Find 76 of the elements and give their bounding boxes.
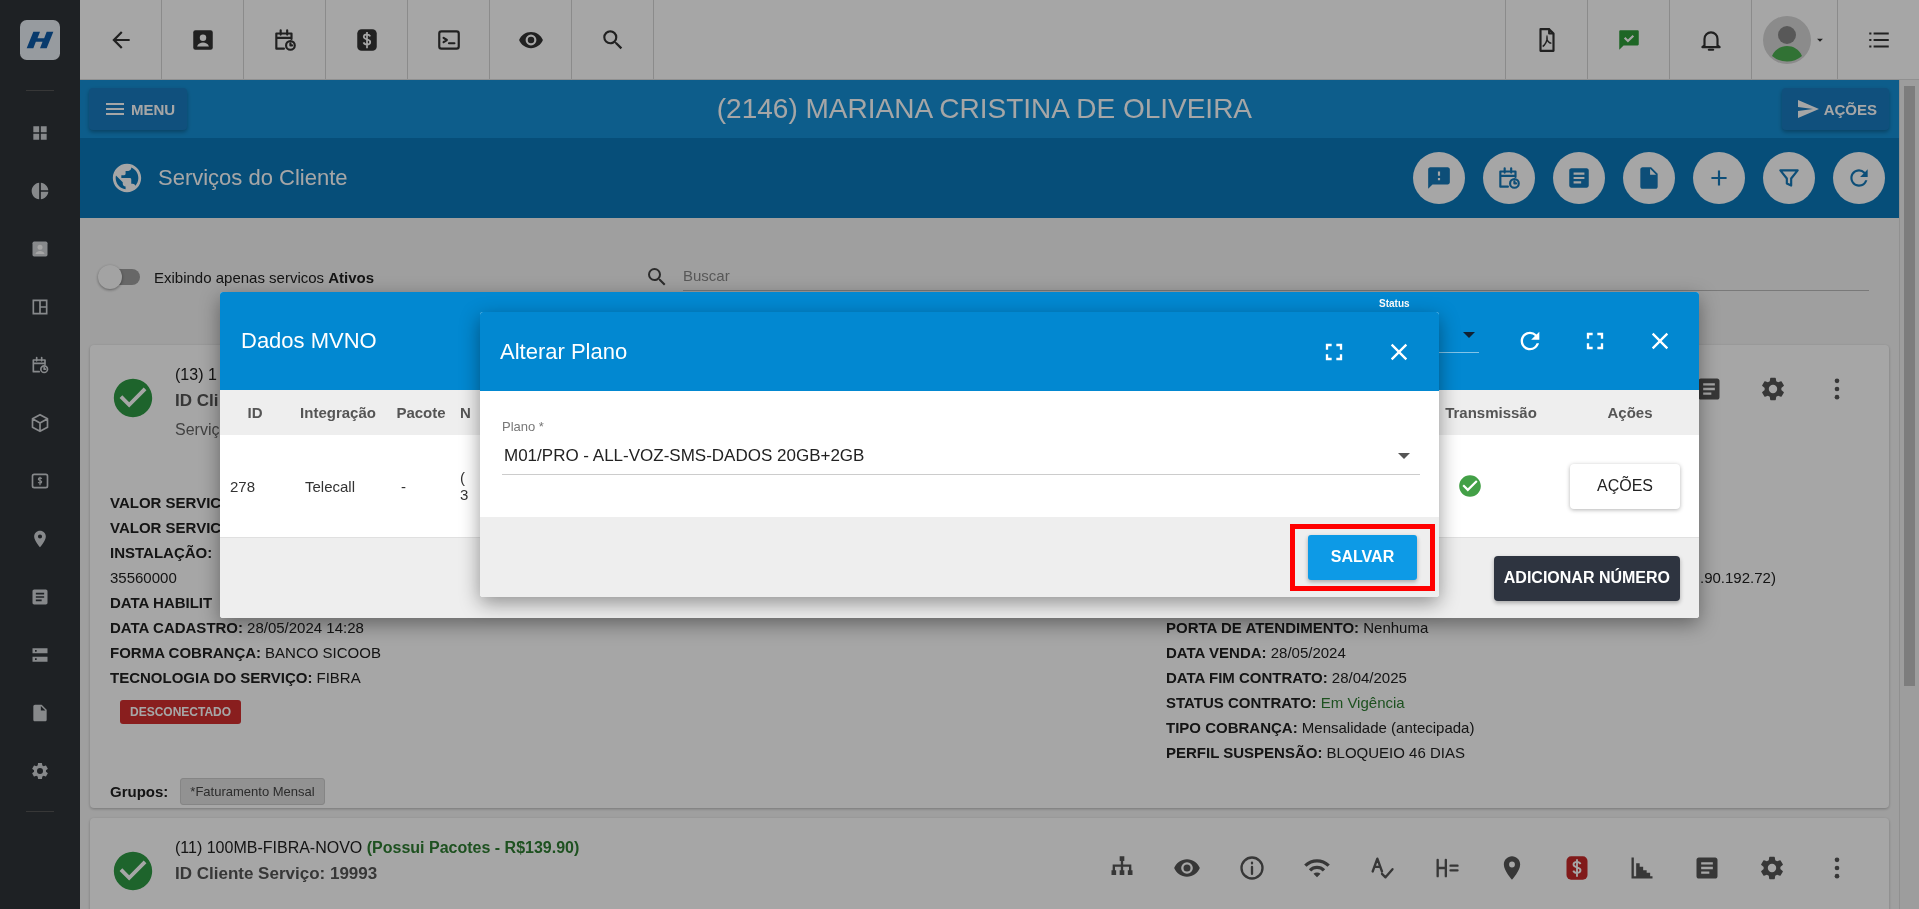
- column-header: Pacote: [395, 404, 447, 421]
- service-id: ID Cliente Serviço: 19993: [175, 863, 379, 885]
- detail-line: 35560000: [110, 568, 177, 588]
- field-label: Plano *: [502, 419, 545, 434]
- dialog-title: Dados MVNO: [241, 328, 377, 354]
- column-header: Ações: [1606, 404, 1654, 421]
- grid-icon[interactable]: [30, 123, 50, 143]
- detail-line: DATA CADASTRO: 28/05/2024 14:28: [110, 618, 364, 638]
- calendar-clock-button[interactable]: [1483, 152, 1535, 204]
- service-id: ID Cli: [175, 390, 220, 412]
- dialog-title: Alterar Plano: [500, 338, 628, 365]
- cube-icon[interactable]: [30, 413, 50, 433]
- service-title: (11) 100MB-FIBRA-NOVO (Possui Pacotes - R$139.90): [175, 838, 580, 858]
- document-icon[interactable]: [30, 703, 50, 723]
- scrollbar[interactable]: [1899, 80, 1919, 909]
- actions-button[interactable]: AÇÕES: [1781, 88, 1889, 130]
- detail-line: VALOR SERVIC: [110, 493, 222, 513]
- filter-button[interactable]: [1763, 152, 1815, 204]
- column-header: N: [459, 404, 472, 421]
- settings-icon[interactable]: [1759, 375, 1787, 403]
- caret-icon: [1398, 453, 1410, 459]
- group-tag: *Faturamento Mensal: [180, 778, 325, 805]
- column-header: Integração: [299, 404, 377, 421]
- detail-line: .90.192.72): [1700, 568, 1776, 588]
- calendar-clock-icon: [1496, 165, 1522, 191]
- alert-message-icon: [1426, 165, 1452, 191]
- board-icon[interactable]: [30, 297, 50, 317]
- section-title: Serviços do Cliente: [158, 165, 348, 191]
- client-title: (2146) MARIANA CRISTINA DE OLIVEIRA: [715, 93, 1254, 125]
- table-cell-text: Telecall: [304, 477, 357, 495]
- detail-line: DATA HABILIT: [110, 593, 213, 613]
- table-cell-text: 278: [229, 477, 257, 495]
- globe-icon: [110, 161, 144, 195]
- detail-line: PORTA DE ATENDIMENTO: Nenhuma: [1166, 618, 1429, 638]
- column-header: Transmissão: [1444, 404, 1538, 421]
- contact-card-icon[interactable]: [30, 239, 50, 259]
- settings-icon[interactable]: [30, 761, 50, 781]
- detail-line: TIPO COBRANÇA: Mensalidade (antecipada): [1166, 718, 1475, 738]
- actions-button[interactable]: AÇÕES: [1570, 463, 1680, 509]
- alert-message-button[interactable]: [1413, 152, 1465, 204]
- refresh-button[interactable]: [1833, 152, 1885, 204]
- table-cell-text: 3: [460, 486, 470, 503]
- info-icon[interactable]: [1238, 854, 1266, 882]
- detail-line: VALOR SERVIC: [110, 518, 222, 538]
- groups-label: Grupos:: [110, 783, 169, 800]
- plan-select[interactable]: M01/PRO - ALL-VOZ-SMS-DADOS 20GB+2GB: [502, 438, 1420, 475]
- send-icon: [1795, 97, 1820, 121]
- settings-icon[interactable]: [1758, 854, 1786, 882]
- server-icon[interactable]: [30, 645, 50, 665]
- add-number-button[interactable]: ADICIONAR NÚMERO: [1493, 555, 1680, 601]
- detail-line: DATA VENDA: 28/05/2024: [1166, 643, 1346, 663]
- plus-button[interactable]: [1693, 152, 1745, 204]
- list-document-button[interactable]: [1553, 152, 1605, 204]
- detail-line: TECNOLOGIA DO SERVIÇO: FIBRA: [110, 668, 361, 688]
- table-cell-text: (: [460, 469, 466, 486]
- toggle-label: Exibindo apenas servicos Ativos: [154, 268, 376, 286]
- column-header: ID: [246, 404, 264, 421]
- detail-line: INSTALAÇÃO:: [110, 543, 213, 563]
- avatar-icon[interactable]: [1762, 15, 1811, 64]
- menu-button[interactable]: MENU: [89, 88, 188, 130]
- table-cell-text: -: [400, 477, 407, 495]
- document-button[interactable]: [1623, 152, 1675, 204]
- service-title: (13) 1: [175, 365, 218, 385]
- pie-chart-icon[interactable]: [30, 181, 50, 201]
- dollar-icon[interactable]: [30, 471, 50, 491]
- caret-icon: [1463, 332, 1475, 338]
- detail-line: FORMA COBRANÇA: BANCO SICOOB: [110, 643, 381, 663]
- status-badge: DESCONECTADO: [120, 700, 242, 724]
- detail-line: DATA FIM CONTRATO: 28/04/2025: [1166, 668, 1407, 688]
- calendar-clock-icon[interactable]: [30, 355, 50, 375]
- service-subtitle: Serviç: [175, 420, 220, 440]
- detail-line: PERFIL SUSPENSÃO: BLOQUEIO 46 DIAS: [1166, 743, 1465, 763]
- logo-icon[interactable]: [20, 20, 60, 60]
- list-document-icon: [1566, 165, 1592, 191]
- search-field[interactable]: Buscar: [683, 263, 1869, 291]
- detail-line: STATUS CONTRATO: Em Vigência: [1166, 693, 1405, 713]
